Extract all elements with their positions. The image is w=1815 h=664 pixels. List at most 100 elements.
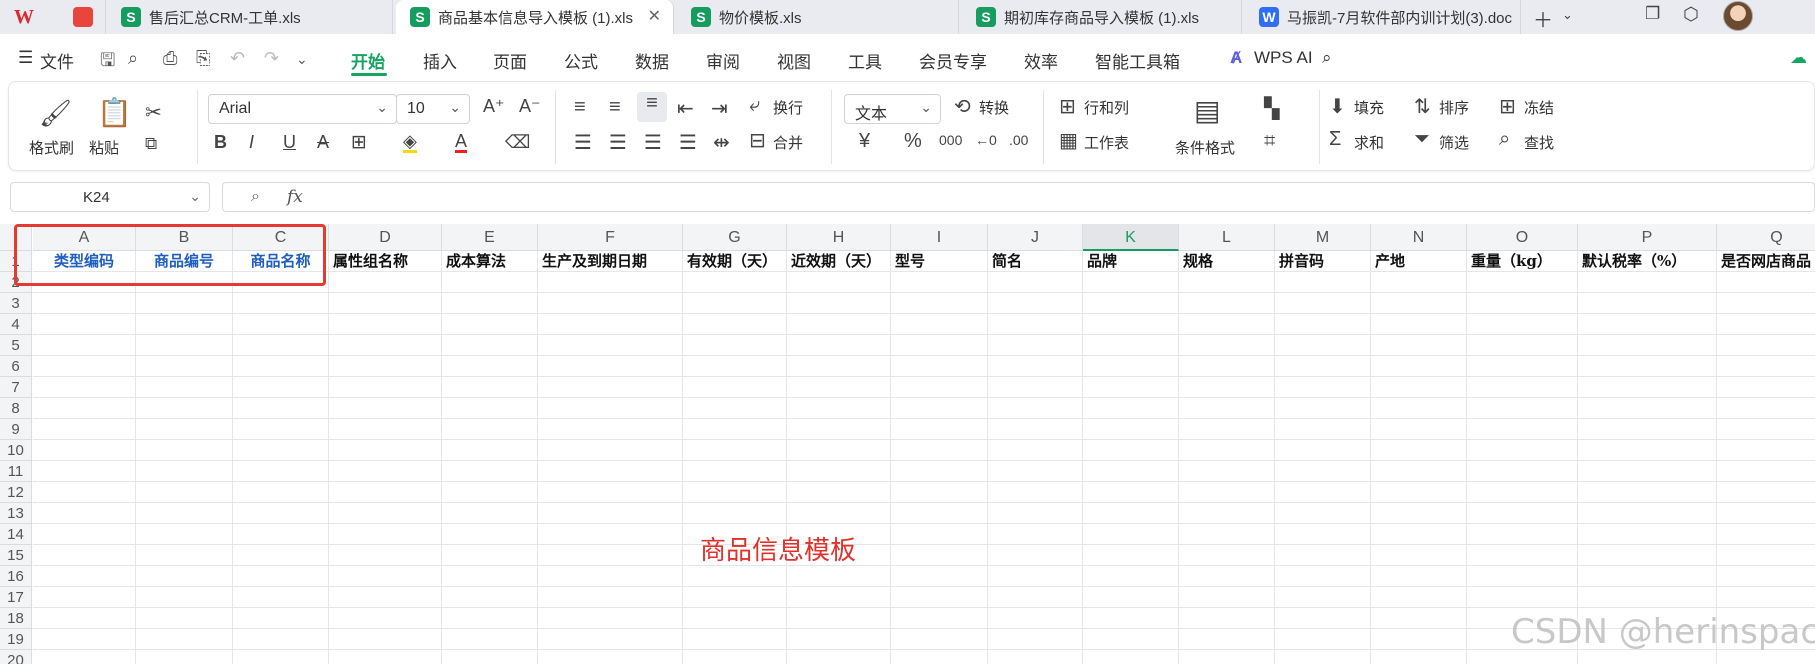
sum-button[interactable]: 求和 <box>1354 132 1384 153</box>
column-header-j[interactable]: J <box>988 224 1083 251</box>
sort-button[interactable]: 排序 <box>1439 97 1469 118</box>
grid-cell[interactable] <box>329 377 442 398</box>
grid-cell[interactable] <box>442 398 538 419</box>
grid-cell[interactable] <box>329 650 442 664</box>
column-header-i[interactable]: I <box>891 224 988 251</box>
grid-cell[interactable] <box>683 440 787 461</box>
grid-cell[interactable] <box>329 419 442 440</box>
column-header-m[interactable]: M <box>1275 224 1371 251</box>
grid-cell[interactable] <box>1717 566 1815 587</box>
grid-cell[interactable] <box>1275 314 1371 335</box>
grid-cell[interactable] <box>1179 629 1275 650</box>
grid-cell[interactable] <box>233 503 329 524</box>
grid-cell[interactable] <box>787 629 891 650</box>
grid-cell[interactable] <box>1179 650 1275 664</box>
grid-cell[interactable] <box>136 356 233 377</box>
grid-cell[interactable] <box>136 629 233 650</box>
wps-logo-icon[interactable]: W <box>14 6 40 28</box>
grid-cell[interactable] <box>1083 503 1179 524</box>
grid-cell[interactable] <box>1578 377 1717 398</box>
menu-efficiency[interactable]: 效率 <box>1024 48 1058 73</box>
grid-cell[interactable] <box>787 650 891 664</box>
grid-cell[interactable] <box>1717 587 1815 608</box>
grid-cell[interactable] <box>1083 272 1179 293</box>
grid-cell[interactable] <box>136 293 233 314</box>
grid-cell[interactable] <box>1578 440 1717 461</box>
grid-cell[interactable] <box>233 398 329 419</box>
grid-cell[interactable] <box>1578 650 1717 664</box>
grid-cell[interactable] <box>1371 482 1467 503</box>
grid-cell[interactable] <box>1371 587 1467 608</box>
grid-cell[interactable] <box>988 314 1083 335</box>
save-icon[interactable]: 🖫 <box>100 48 115 78</box>
column-header-l[interactable]: L <box>1179 224 1275 251</box>
grid-cell[interactable] <box>683 650 787 664</box>
grid-cell[interactable] <box>1275 356 1371 377</box>
grid-cell[interactable] <box>233 545 329 566</box>
grid-cell[interactable] <box>1467 461 1578 482</box>
grid-cell[interactable] <box>1179 587 1275 608</box>
grid-cell[interactable] <box>1371 503 1467 524</box>
grid-cell[interactable] <box>538 461 683 482</box>
header-cell[interactable]: 有效期（天） <box>683 251 787 272</box>
grid-cell[interactable] <box>988 650 1083 664</box>
grid-cell[interactable] <box>442 545 538 566</box>
grid-cell[interactable] <box>1275 335 1371 356</box>
grid-cell[interactable] <box>891 272 988 293</box>
grid-cell[interactable] <box>1179 566 1275 587</box>
grid-cell[interactable] <box>1275 440 1371 461</box>
grid-cell[interactable] <box>442 272 538 293</box>
grid-cell[interactable] <box>1275 272 1371 293</box>
grid-cell[interactable] <box>1275 650 1371 664</box>
grid-cell[interactable] <box>136 482 233 503</box>
grid-cell[interactable] <box>891 419 988 440</box>
row-header[interactable]: 3 <box>0 293 32 314</box>
row-header[interactable]: 12 <box>0 482 32 503</box>
grid-cell[interactable] <box>1275 608 1371 629</box>
grid-cell[interactable] <box>1371 377 1467 398</box>
align-right-icon[interactable]: ☰ <box>644 130 662 155</box>
grid-cell[interactable] <box>683 587 787 608</box>
grid-cell[interactable] <box>1717 440 1815 461</box>
grid-cell[interactable] <box>891 440 988 461</box>
grid-cell[interactable] <box>233 482 329 503</box>
filter-button[interactable]: 筛选 <box>1439 132 1469 153</box>
copy-icon[interactable]: ⧉ <box>145 134 157 154</box>
grid-cell[interactable] <box>988 566 1083 587</box>
bold-icon[interactable]: B <box>214 132 227 153</box>
grid-cell[interactable] <box>1371 524 1467 545</box>
grid-cell[interactable] <box>538 629 683 650</box>
grid-cell[interactable] <box>1179 398 1275 419</box>
grid-cell[interactable] <box>233 314 329 335</box>
print-icon[interactable]: ⎙ <box>163 48 177 69</box>
grid-cell[interactable] <box>442 461 538 482</box>
grid-cell[interactable] <box>33 482 136 503</box>
grid-cell[interactable] <box>988 293 1083 314</box>
grid-cell[interactable] <box>1717 461 1815 482</box>
grid-cell[interactable] <box>1371 314 1467 335</box>
grid-cell[interactable] <box>1578 545 1717 566</box>
name-box[interactable]: K24 ⌄ <box>10 182 210 212</box>
grid-cell[interactable] <box>1467 650 1578 664</box>
grid-cell[interactable] <box>891 356 988 377</box>
grid-cell[interactable] <box>442 377 538 398</box>
menu-file[interactable]: 文件 <box>40 48 74 73</box>
grid-cell[interactable] <box>329 440 442 461</box>
grid-cell[interactable] <box>1179 524 1275 545</box>
currency-icon[interactable]: ¥ <box>859 130 870 153</box>
column-header-h[interactable]: H <box>787 224 891 251</box>
menu-smart-tools[interactable]: 智能工具箱 <box>1095 48 1180 73</box>
justify-icon[interactable]: ☰ <box>679 130 697 155</box>
align-left-icon[interactable]: ☰ <box>574 130 592 155</box>
paste-icon[interactable]: 📋 <box>97 96 132 129</box>
grid-cell[interactable] <box>1717 524 1815 545</box>
conditional-format-label[interactable]: 条件格式 <box>1175 137 1235 158</box>
paste-label[interactable]: 粘贴 <box>89 137 119 158</box>
brush-icon[interactable]: ⌕ <box>128 48 138 69</box>
grid-cell[interactable] <box>1467 272 1578 293</box>
grid-cell[interactable] <box>1578 587 1717 608</box>
grid-cell[interactable] <box>329 629 442 650</box>
row-header[interactable]: 8 <box>0 398 32 419</box>
row-header[interactable]: 7 <box>0 377 32 398</box>
grid-cell[interactable] <box>538 587 683 608</box>
